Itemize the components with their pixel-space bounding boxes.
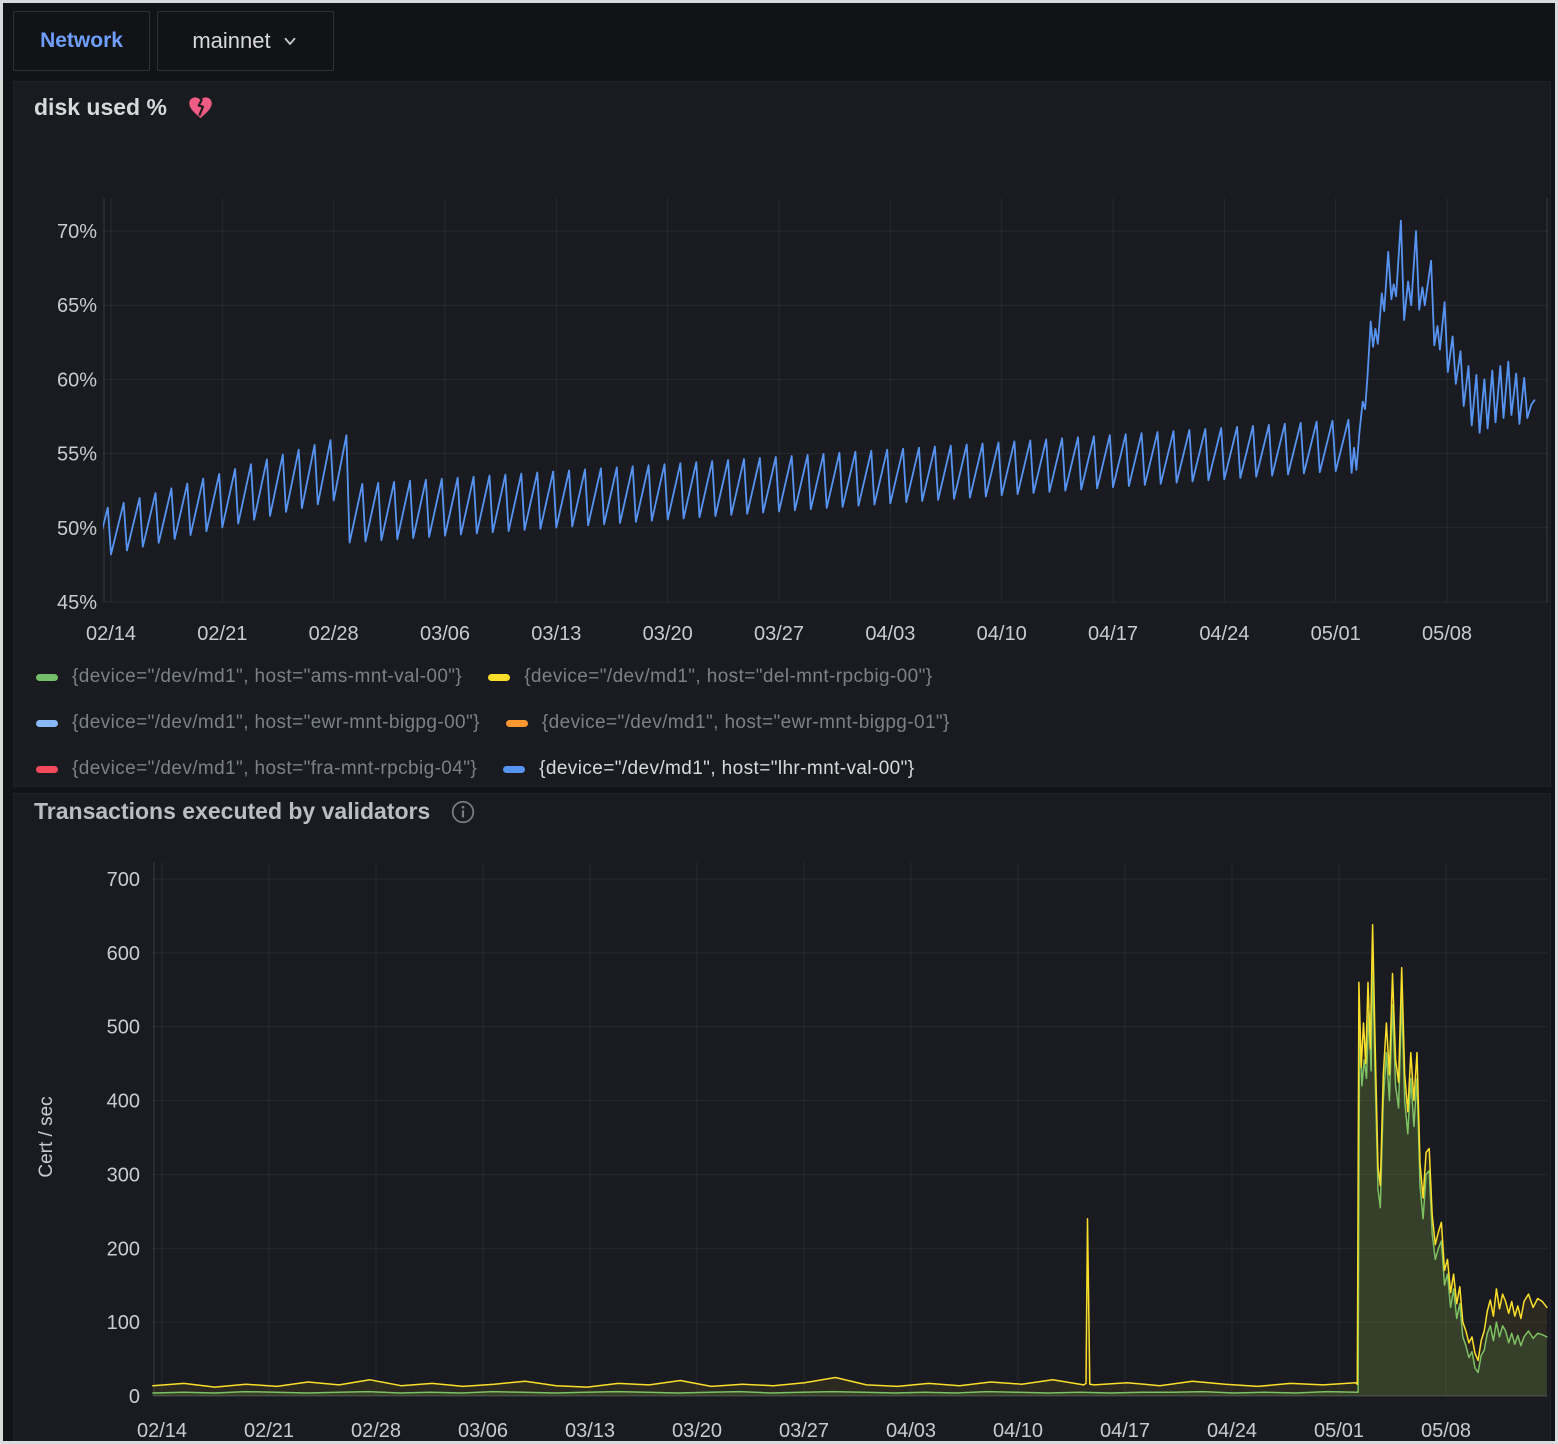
x-tick-label: 02/14: [86, 623, 136, 645]
y-tick-label: 65%: [57, 295, 97, 317]
series-area-yellow: [153, 925, 1547, 1396]
legend-item[interactable]: {device="/dev/md1", host="lhr-mnt-val-00…: [503, 758, 914, 780]
x-tick-label: 05/01: [1311, 623, 1361, 645]
x-tick-label: 03/27: [754, 623, 804, 645]
panel-title[interactable]: disk used %: [34, 94, 167, 121]
legend-swatch-icon: [503, 766, 525, 773]
time-series-canvas-transactions[interactable]: 0 100 200 300 400 500 600 700 02/14 02/21 02/28 03/…: [14, 794, 1550, 1443]
y-tick-label: 100: [107, 1312, 140, 1334]
y-tick-label: 50%: [57, 518, 97, 540]
x-tick-label: 05/08: [1422, 623, 1472, 645]
variable-toolbar: Network mainnet: [3, 3, 1555, 78]
x-tick-label: 03/20: [643, 623, 693, 645]
info-icon[interactable]: [450, 799, 476, 825]
legend-label: {device="/dev/md1", host="lhr-mnt-val-00…: [539, 758, 914, 780]
legend-swatch-icon: [36, 720, 58, 727]
legend-label: {device="/dev/md1", host="del-mnt-rpcbig…: [524, 666, 932, 688]
x-tick-label: 04/17: [1088, 623, 1138, 645]
legend-label: {device="/dev/md1", host="ewr-mnt-bigpg-…: [72, 712, 480, 734]
variable-value-dropdown[interactable]: mainnet: [157, 11, 334, 71]
x-tick-label: 04/10: [977, 623, 1027, 645]
x-tick-label: 04/24: [1199, 623, 1249, 645]
series-area-green: [153, 960, 1547, 1396]
legend-swatch-icon: [36, 674, 58, 681]
x-tick-label: 03/06: [458, 1420, 508, 1442]
x-tick-label: 03/13: [531, 623, 581, 645]
legend-item[interactable]: {device="/dev/md1", host="ewr-mnt-bigpg-…: [506, 712, 950, 734]
x-tick-label: 03/20: [672, 1420, 722, 1442]
x-tick-label: 02/21: [197, 623, 247, 645]
legend-label: {device="/dev/md1", host="ams-mnt-val-00…: [72, 666, 462, 688]
chevron-down-icon: [281, 32, 299, 50]
x-tick-label: 05/08: [1421, 1420, 1471, 1442]
x-tick-label: 03/13: [565, 1420, 615, 1442]
legend-item[interactable]: {device="/dev/md1", host="fra-mnt-rpcbig…: [36, 758, 477, 780]
x-tick-label: 03/27: [779, 1420, 829, 1442]
series-line-green: [153, 960, 1547, 1393]
y-tick-label: 0: [129, 1386, 140, 1408]
y-tick-label: 55%: [57, 444, 97, 466]
panel-title[interactable]: Transactions executed by validators: [34, 798, 430, 825]
y-tick-label: 60%: [57, 369, 97, 391]
series-line-devicedevmd1hostlhr-mnt-: [95, 221, 1534, 559]
panel-transactions: Transactions executed by validators 0 100…: [13, 793, 1551, 1444]
legend-swatch-icon: [506, 720, 528, 727]
y-tick-label: 600: [107, 943, 140, 965]
x-tick-label: 04/24: [1207, 1420, 1257, 1442]
legend-swatch-icon: [488, 674, 510, 681]
y-tick-label: 400: [107, 1091, 140, 1113]
x-tick-label: 04/17: [1100, 1420, 1150, 1442]
x-tick-label: 04/03: [865, 623, 915, 645]
y-tick-label: 70%: [57, 221, 97, 243]
y-tick-label: 200: [107, 1238, 140, 1260]
legend-item[interactable]: {device="/dev/md1", host="del-mnt-rpcbig…: [488, 666, 932, 688]
series-line-yellow: [153, 925, 1547, 1387]
legend-row: {device="/dev/md1", host="fra-mnt-rpcbig…: [36, 746, 950, 792]
x-tick-label: 02/21: [244, 1420, 294, 1442]
x-tick-label: 04/10: [993, 1420, 1043, 1442]
x-tick-label: 02/28: [351, 1420, 401, 1442]
legend-item[interactable]: {device="/dev/md1", host="ams-mnt-val-00…: [36, 666, 462, 688]
x-tick-label: 05/01: [1314, 1420, 1364, 1442]
dashboard: Network mainnet disk used % 45% 50% 55% 60%…: [0, 0, 1558, 1444]
legend-label: {device="/dev/md1", host="ewr-mnt-bigpg-…: [542, 712, 950, 734]
y-tick-label: 45%: [57, 592, 97, 614]
panel-disk-used: disk used % 45% 50% 55% 60% 65% 70% 02/14 02/21…: [13, 81, 1551, 787]
variable-value-text: mainnet: [192, 28, 270, 54]
y-axis-title: Cert / sec: [36, 1096, 57, 1177]
x-tick-label: 02/28: [309, 623, 359, 645]
y-tick-label: 500: [107, 1017, 140, 1039]
x-tick-label: 03/06: [420, 623, 470, 645]
variable-label: Network: [13, 11, 150, 71]
x-tick-label: 02/14: [137, 1420, 187, 1442]
variable-label-text: Network: [40, 29, 123, 53]
x-tick-label: 04/03: [886, 1420, 936, 1442]
y-tick-label: 700: [107, 869, 140, 891]
y-tick-label: 300: [107, 1164, 140, 1186]
legend-swatch-icon: [36, 766, 58, 773]
legend-row: {device="/dev/md1", host="ewr-mnt-bigpg-…: [36, 700, 950, 746]
broken-heart-icon: [187, 94, 214, 121]
legend-item[interactable]: {device="/dev/md1", host="ewr-mnt-bigpg-…: [36, 712, 480, 734]
legend-row: {device="/dev/md1", host="ams-mnt-val-00…: [36, 654, 950, 700]
legend-label: {device="/dev/md1", host="fra-mnt-rpcbig…: [72, 758, 477, 780]
legend: {device="/dev/md1", host="ams-mnt-val-00…: [36, 654, 950, 792]
